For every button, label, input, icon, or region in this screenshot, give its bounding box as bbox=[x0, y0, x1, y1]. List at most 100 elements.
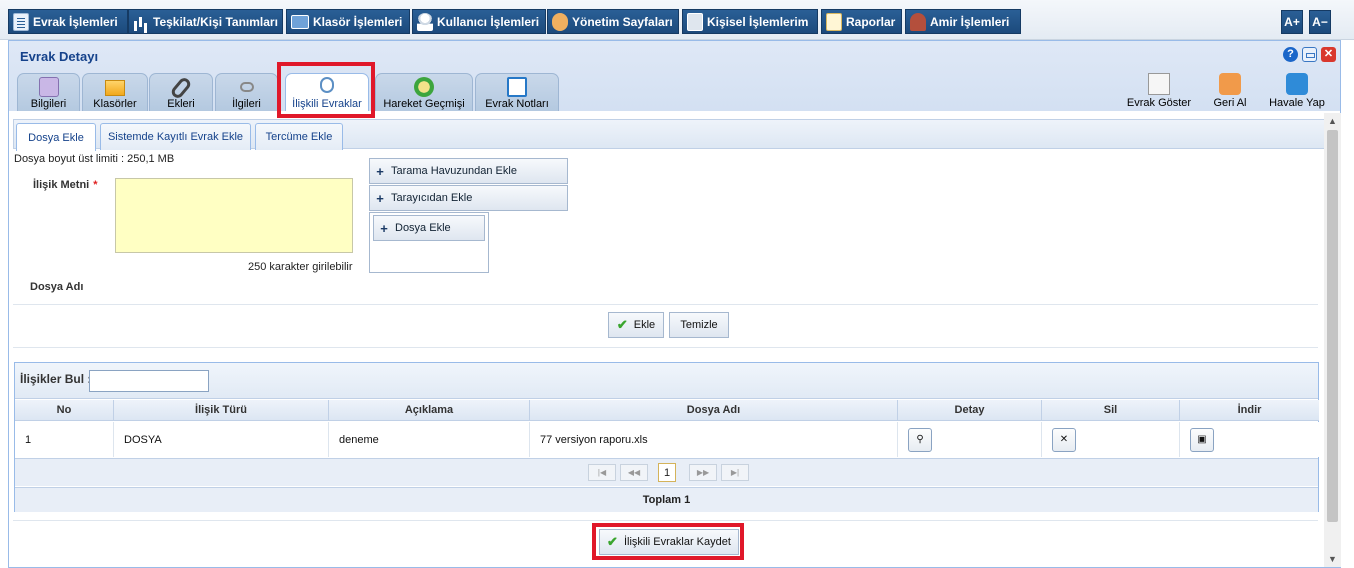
menu-amir-islemleri[interactable]: Amir İşlemleri bbox=[905, 9, 1021, 34]
prev-page-icon[interactable]: ◀◀ bbox=[620, 464, 648, 481]
evrak-detay-panel: Evrak Detayı ? ✕ Bilgileri Klasörler Ekl… bbox=[8, 40, 1341, 568]
menu-kullanici-islemleri[interactable]: Kullanıcı İşlemleri bbox=[412, 9, 546, 34]
folders-icon bbox=[105, 80, 125, 96]
scroll-up-icon[interactable]: ▲ bbox=[1324, 113, 1341, 129]
tab-ekleri[interactable]: Ekleri bbox=[149, 73, 213, 111]
find-label: İlişikler Bul : bbox=[20, 372, 92, 386]
subtab-tercume-ekle[interactable]: Tercüme Ekle bbox=[255, 123, 343, 150]
tab-ilgileri[interactable]: İlgileri bbox=[215, 73, 278, 111]
required-mark: * bbox=[93, 179, 98, 191]
cell-no: 1 bbox=[15, 422, 114, 457]
menu-label: Yönetim Sayfaları bbox=[572, 14, 673, 29]
next-page-icon[interactable]: ▶▶ bbox=[689, 464, 717, 481]
tab-label: Hareket Geçmişi bbox=[383, 98, 465, 110]
menu-evrak-islemleri[interactable]: Evrak İşlemleri bbox=[8, 9, 128, 34]
document-icon bbox=[13, 12, 29, 31]
first-page-icon[interactable]: |◀ bbox=[588, 464, 616, 481]
ekle-button[interactable]: ✔ Ekle bbox=[608, 312, 664, 338]
tab-bilgileri[interactable]: Bilgileri bbox=[17, 73, 80, 111]
evrak-goster-button[interactable]: Evrak Göster bbox=[1122, 73, 1196, 113]
panel-title: Evrak Detayı bbox=[20, 49, 99, 64]
menu-teskilat-kisi-tanimlari[interactable]: Teşkilat/Kişi Tanımları bbox=[128, 9, 283, 34]
menu-kisisel-islemlerim[interactable]: Kişisel İşlemlerim bbox=[682, 9, 818, 34]
delete-icon[interactable]: ✕ bbox=[1052, 427, 1076, 452]
menu-label: Klasör İşlemleri bbox=[313, 14, 403, 29]
clock-icon bbox=[414, 77, 434, 97]
top-menu-bar: Evrak İşlemleri Teşkilat/Kişi Tanımları … bbox=[0, 0, 1354, 40]
tool-label: Evrak Göster bbox=[1126, 97, 1192, 109]
linked-docs-icon bbox=[320, 77, 334, 93]
tab-label: Klasörler bbox=[93, 98, 137, 110]
dosya-adi-label: Dosya Adı bbox=[30, 281, 84, 293]
iliskili-evraklar-kaydet-button[interactable]: ✔ İlişkili Evraklar Kaydet bbox=[599, 529, 739, 555]
column-header-sil[interactable]: Sil bbox=[1042, 400, 1180, 421]
cell-aciklama: deneme bbox=[329, 422, 530, 457]
chief-icon bbox=[910, 12, 926, 31]
tab-label: Evrak Notları bbox=[485, 98, 549, 110]
column-header-dosya-adi[interactable]: Dosya Adı bbox=[530, 400, 898, 421]
plus-icon: + bbox=[380, 220, 388, 236]
document-view-icon bbox=[1148, 73, 1170, 95]
scroll-down-icon[interactable]: ▼ bbox=[1324, 551, 1341, 567]
button-label: Tarama Havuzundan Ekle bbox=[391, 165, 517, 177]
current-page[interactable]: 1 bbox=[658, 463, 676, 482]
info-book-icon bbox=[38, 77, 59, 97]
size-limit-text: Dosya boyut üst limiti : 250,1 MB bbox=[14, 153, 175, 165]
column-header-detay[interactable]: Detay bbox=[898, 400, 1042, 421]
tab-iliskili-evraklar[interactable]: İlişkili Evraklar bbox=[285, 73, 369, 111]
dosya-ekle-button[interactable]: + Dosya Ekle bbox=[373, 215, 485, 241]
font-increase-button[interactable]: A+ bbox=[1281, 10, 1303, 34]
menu-yonetim-sayfalari[interactable]: Yönetim Sayfaları bbox=[547, 9, 679, 34]
subtab-sistemde-kayitli-evrak-ekle[interactable]: Sistemde Kayıtlı Evrak Ekle bbox=[100, 123, 251, 150]
menu-klasor-islemleri[interactable]: Klasör İşlemleri bbox=[286, 9, 410, 34]
tab-klasorler[interactable]: Klasörler bbox=[82, 73, 148, 111]
button-label: Temizle bbox=[680, 319, 718, 331]
tab-label: İlgileri bbox=[232, 98, 261, 110]
divider bbox=[13, 304, 1318, 305]
subtab-dosya-ekle[interactable]: Dosya Ekle bbox=[16, 123, 96, 151]
help-icon[interactable]: ? bbox=[1283, 47, 1298, 62]
tab-label: Ekleri bbox=[167, 98, 195, 110]
button-label: Tarayıcıdan Ekle bbox=[391, 192, 473, 204]
button-label: Dosya Ekle bbox=[395, 222, 451, 234]
tab-evrak-notlari[interactable]: Evrak Notları bbox=[475, 73, 559, 111]
menu-label: Kullanıcı İşlemleri bbox=[437, 14, 540, 29]
column-header-no[interactable]: No bbox=[15, 400, 114, 421]
grid-total: Toplam 1 bbox=[15, 487, 1318, 512]
save-disk-icon[interactable]: ▣ bbox=[1190, 427, 1214, 452]
magnifier-icon[interactable]: ⚲ bbox=[908, 427, 932, 452]
check-icon: ✔ bbox=[607, 534, 618, 549]
subtab-strip: Dosya Ekle Sistemde Kayıtlı Evrak Ekle T… bbox=[13, 119, 1327, 151]
last-page-icon[interactable]: ▶| bbox=[721, 464, 749, 481]
tab-label: Bilgileri bbox=[30, 98, 67, 110]
ilisik-metni-textarea[interactable] bbox=[115, 178, 353, 253]
font-decrease-button[interactable]: A− bbox=[1309, 10, 1331, 34]
cell-ilisik-turu: DOSYA bbox=[114, 422, 329, 457]
havale-yap-button[interactable]: Havale Yap bbox=[1265, 73, 1329, 113]
menu-label: Evrak İşlemleri bbox=[33, 14, 118, 29]
temizle-button[interactable]: Temizle bbox=[669, 312, 729, 338]
grid-pager: |◀ ◀◀ 1 ▶▶ ▶| bbox=[15, 458, 1318, 486]
tarayicidan-ekle-button[interactable]: + Tarayıcıdan Ekle bbox=[369, 185, 568, 211]
column-header-aciklama[interactable]: Açıklama bbox=[329, 400, 530, 421]
menu-raporlar[interactable]: Raporlar bbox=[821, 9, 902, 34]
report-icon bbox=[826, 12, 842, 31]
panel-header: Evrak Detayı ? ✕ Bilgileri Klasörler Ekl… bbox=[9, 41, 1340, 111]
restore-window-icon[interactable] bbox=[1302, 47, 1317, 62]
column-header-indir[interactable]: İndir bbox=[1180, 400, 1319, 421]
grid-toolbar: İlişikler Bul : bbox=[15, 363, 1318, 399]
iliskiler-find-input[interactable] bbox=[89, 370, 209, 392]
plus-icon: + bbox=[376, 163, 384, 179]
vertical-scrollbar[interactable]: ▲ ▼ bbox=[1324, 113, 1341, 567]
tarama-havuzundan-ekle-button[interactable]: + Tarama Havuzundan Ekle bbox=[369, 158, 568, 184]
tab-hareket-gecmisi[interactable]: Hareket Geçmişi bbox=[375, 73, 473, 111]
ilisik-metni-label: İlişik Metni * bbox=[33, 179, 98, 191]
column-header-ilisik-turu[interactable]: İlişik Türü bbox=[114, 400, 329, 421]
transfer-icon bbox=[1286, 73, 1308, 95]
button-label: Ekle bbox=[633, 319, 656, 331]
tab-label: İlişkili Evraklar bbox=[292, 98, 362, 110]
scroll-thumb[interactable] bbox=[1327, 130, 1338, 522]
menu-label: Amir İşlemleri bbox=[930, 14, 1010, 29]
geri-al-button[interactable]: Geri Al bbox=[1207, 73, 1253, 113]
close-icon[interactable]: ✕ bbox=[1321, 47, 1336, 62]
